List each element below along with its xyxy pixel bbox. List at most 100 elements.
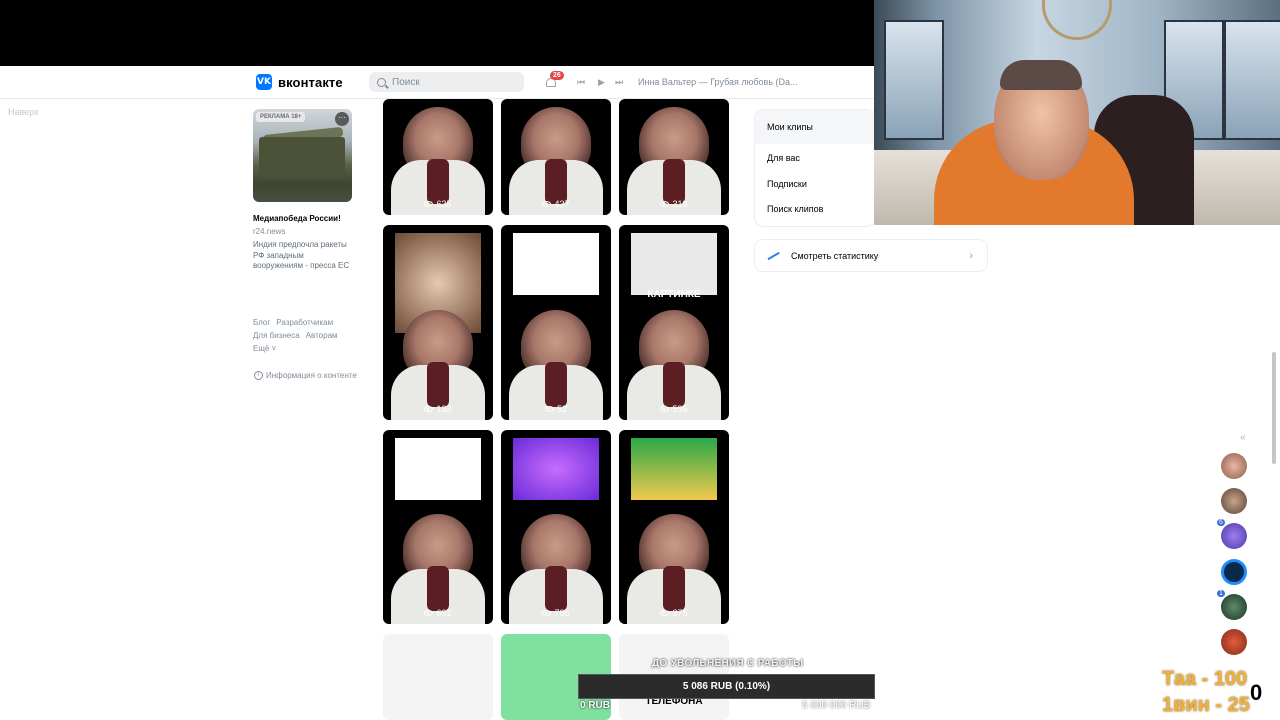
- clip-view-count: 52: [556, 404, 567, 414]
- clip-microphone: [663, 159, 685, 204]
- search-icon: [377, 77, 386, 87]
- clip-tile[interactable]: 133: [383, 225, 493, 420]
- clip-view-count: 133: [436, 404, 452, 414]
- donation-progress-text: 5 086 RUB (0.10%): [682, 681, 771, 692]
- eye-icon: [544, 406, 554, 412]
- footer-link-developers[interactable]: Разработчикам: [276, 318, 333, 327]
- eye-icon: [424, 610, 434, 616]
- clip-microphone: [427, 566, 449, 611]
- vk-logo[interactable]: VK вконтакте: [256, 74, 343, 90]
- now-playing-track[interactable]: Инна Вальтер — Грубая любовь (Da...: [638, 77, 798, 87]
- menu-item-for-you[interactable]: Для вас: [767, 153, 800, 163]
- clip-tile[interactable]: 635: [383, 99, 493, 215]
- statistics-button[interactable]: Смотреть статистику ›: [755, 240, 987, 271]
- footer-link-authors[interactable]: Авторам: [306, 331, 338, 340]
- avatar-badge: 6: [1217, 519, 1225, 526]
- clip-views: 319: [619, 199, 729, 209]
- vk-logo-icon: VK: [256, 74, 272, 90]
- clip-views: 133: [383, 404, 493, 414]
- page-scrollbar[interactable]: [1272, 352, 1276, 464]
- footer-links: Блог Разработчикам Для бизнеса Авторам Ещё…: [253, 316, 363, 355]
- content-info-label: Информация о контенте: [266, 371, 357, 380]
- clip-tile[interactable]: КАРТИНКЕ 596: [619, 225, 729, 420]
- ad-label: РЕКЛАМА 18+: [256, 112, 306, 122]
- eye-icon: [424, 406, 434, 412]
- clip-view-count: 635: [436, 199, 452, 209]
- clip-views: 596: [619, 404, 729, 414]
- ad-description: Индия предпочла ракеты РФ западным воору…: [253, 240, 350, 270]
- chevron-right-icon: ›: [969, 249, 973, 262]
- clip-tile[interactable]: 692: [383, 430, 493, 624]
- webcam-overlay: [874, 0, 1280, 225]
- clip-views: 375: [619, 608, 729, 618]
- previous-track-icon[interactable]: ⏮: [577, 77, 585, 88]
- clip-view-count: 785: [554, 608, 570, 618]
- avatar[interactable]: 6: [1217, 519, 1247, 549]
- avatar[interactable]: [1221, 559, 1247, 585]
- clip-overlay-image: [395, 438, 481, 500]
- ad-title[interactable]: Медиапобеда России!: [253, 214, 353, 223]
- avatar[interactable]: [1221, 453, 1247, 479]
- avatar[interactable]: 1: [1217, 590, 1247, 620]
- content-info-link[interactable]: i Информация о контенте: [254, 371, 357, 380]
- menu-item-subscriptions[interactable]: Подписки: [767, 179, 807, 189]
- chart-icon: [767, 252, 779, 260]
- search-placeholder: Поиск: [392, 76, 420, 88]
- clip-tile[interactable]: 52: [501, 225, 611, 420]
- clip-overlay-image: [513, 233, 599, 295]
- eye-icon: [660, 610, 670, 616]
- donation-goal-title: ДО УВОЛЬНЕНИЯ С РАБОТЫ: [652, 658, 804, 669]
- clip-view-count: 596: [672, 404, 688, 414]
- donation-progress-bar: 5 086 RUB (0.10%): [578, 674, 875, 699]
- clip-microphone: [545, 159, 567, 204]
- avatar[interactable]: [1221, 629, 1247, 655]
- clip-microphone: [663, 566, 685, 611]
- play-icon[interactable]: ▶: [598, 77, 605, 88]
- footer-link-business[interactable]: Для бизнеса: [253, 331, 300, 340]
- clip-view-count: 319: [672, 199, 688, 209]
- clip-microphone: [427, 159, 449, 204]
- clip-tile[interactable]: 319: [619, 99, 729, 215]
- avatar-badge: 1: [1217, 590, 1225, 597]
- next-track-icon[interactable]: ⏭: [615, 77, 623, 88]
- clip-tile[interactable]: 437: [501, 99, 611, 215]
- ad-block[interactable]: РЕКЛАМА 18+ ··· Медиапобеда России! r24.…: [253, 109, 353, 272]
- clip-tile[interactable]: [383, 634, 493, 720]
- vk-header: VK вконтакте Поиск 26 ⏮ ▶ ⏭ Инна Вальтер…: [0, 66, 874, 99]
- clip-view-count: 692: [436, 608, 452, 618]
- ad-image[interactable]: РЕКЛАМА 18+ ···: [253, 109, 352, 202]
- clip-microphone: [545, 566, 567, 611]
- clip-views: 635: [383, 199, 493, 209]
- clip-tile[interactable]: 785: [501, 430, 611, 624]
- back-to-top-link[interactable]: Наверх: [8, 107, 39, 117]
- eye-icon: [660, 406, 670, 412]
- collapse-icon[interactable]: «: [1240, 432, 1246, 443]
- donation-max-label: 5 000 000 RUB: [802, 700, 871, 711]
- clip-overlay-image: [513, 438, 599, 500]
- promo-tag-2: 1вин - 25: [1162, 694, 1250, 716]
- clip-overlay-image: [631, 438, 717, 500]
- stream-top-black-area: [0, 0, 874, 66]
- clip-views: 692: [383, 608, 493, 618]
- counter-value: 0: [1250, 680, 1263, 705]
- clip-views: 437: [501, 199, 611, 209]
- info-icon: i: [254, 371, 263, 380]
- menu-item-my-clips[interactable]: Мои клипы: [767, 122, 813, 132]
- clip-views: 785: [501, 608, 611, 618]
- menu-item-search-clips[interactable]: Поиск клипов: [767, 204, 823, 214]
- notifications-badge: 26: [550, 71, 564, 80]
- statistics-label: Смотреть статистику: [791, 250, 879, 261]
- more-icon[interactable]: ···: [335, 112, 349, 126]
- footer-link-blog[interactable]: Блог: [253, 318, 270, 327]
- footer-link-more[interactable]: Ещё ˅: [253, 344, 276, 353]
- clip-views: 52: [501, 404, 611, 414]
- clip-microphone: [545, 362, 567, 407]
- donation-min-label: 0 RUB: [580, 700, 611, 711]
- eye-icon: [542, 610, 552, 616]
- clip-tile[interactable]: 375: [619, 430, 729, 624]
- ad-source: r24.news: [253, 227, 286, 236]
- clip-microphone: [427, 362, 449, 407]
- clip-caption: КАРТИНКЕ: [647, 289, 701, 300]
- search-input[interactable]: Поиск: [369, 72, 524, 92]
- avatar[interactable]: [1221, 488, 1247, 514]
